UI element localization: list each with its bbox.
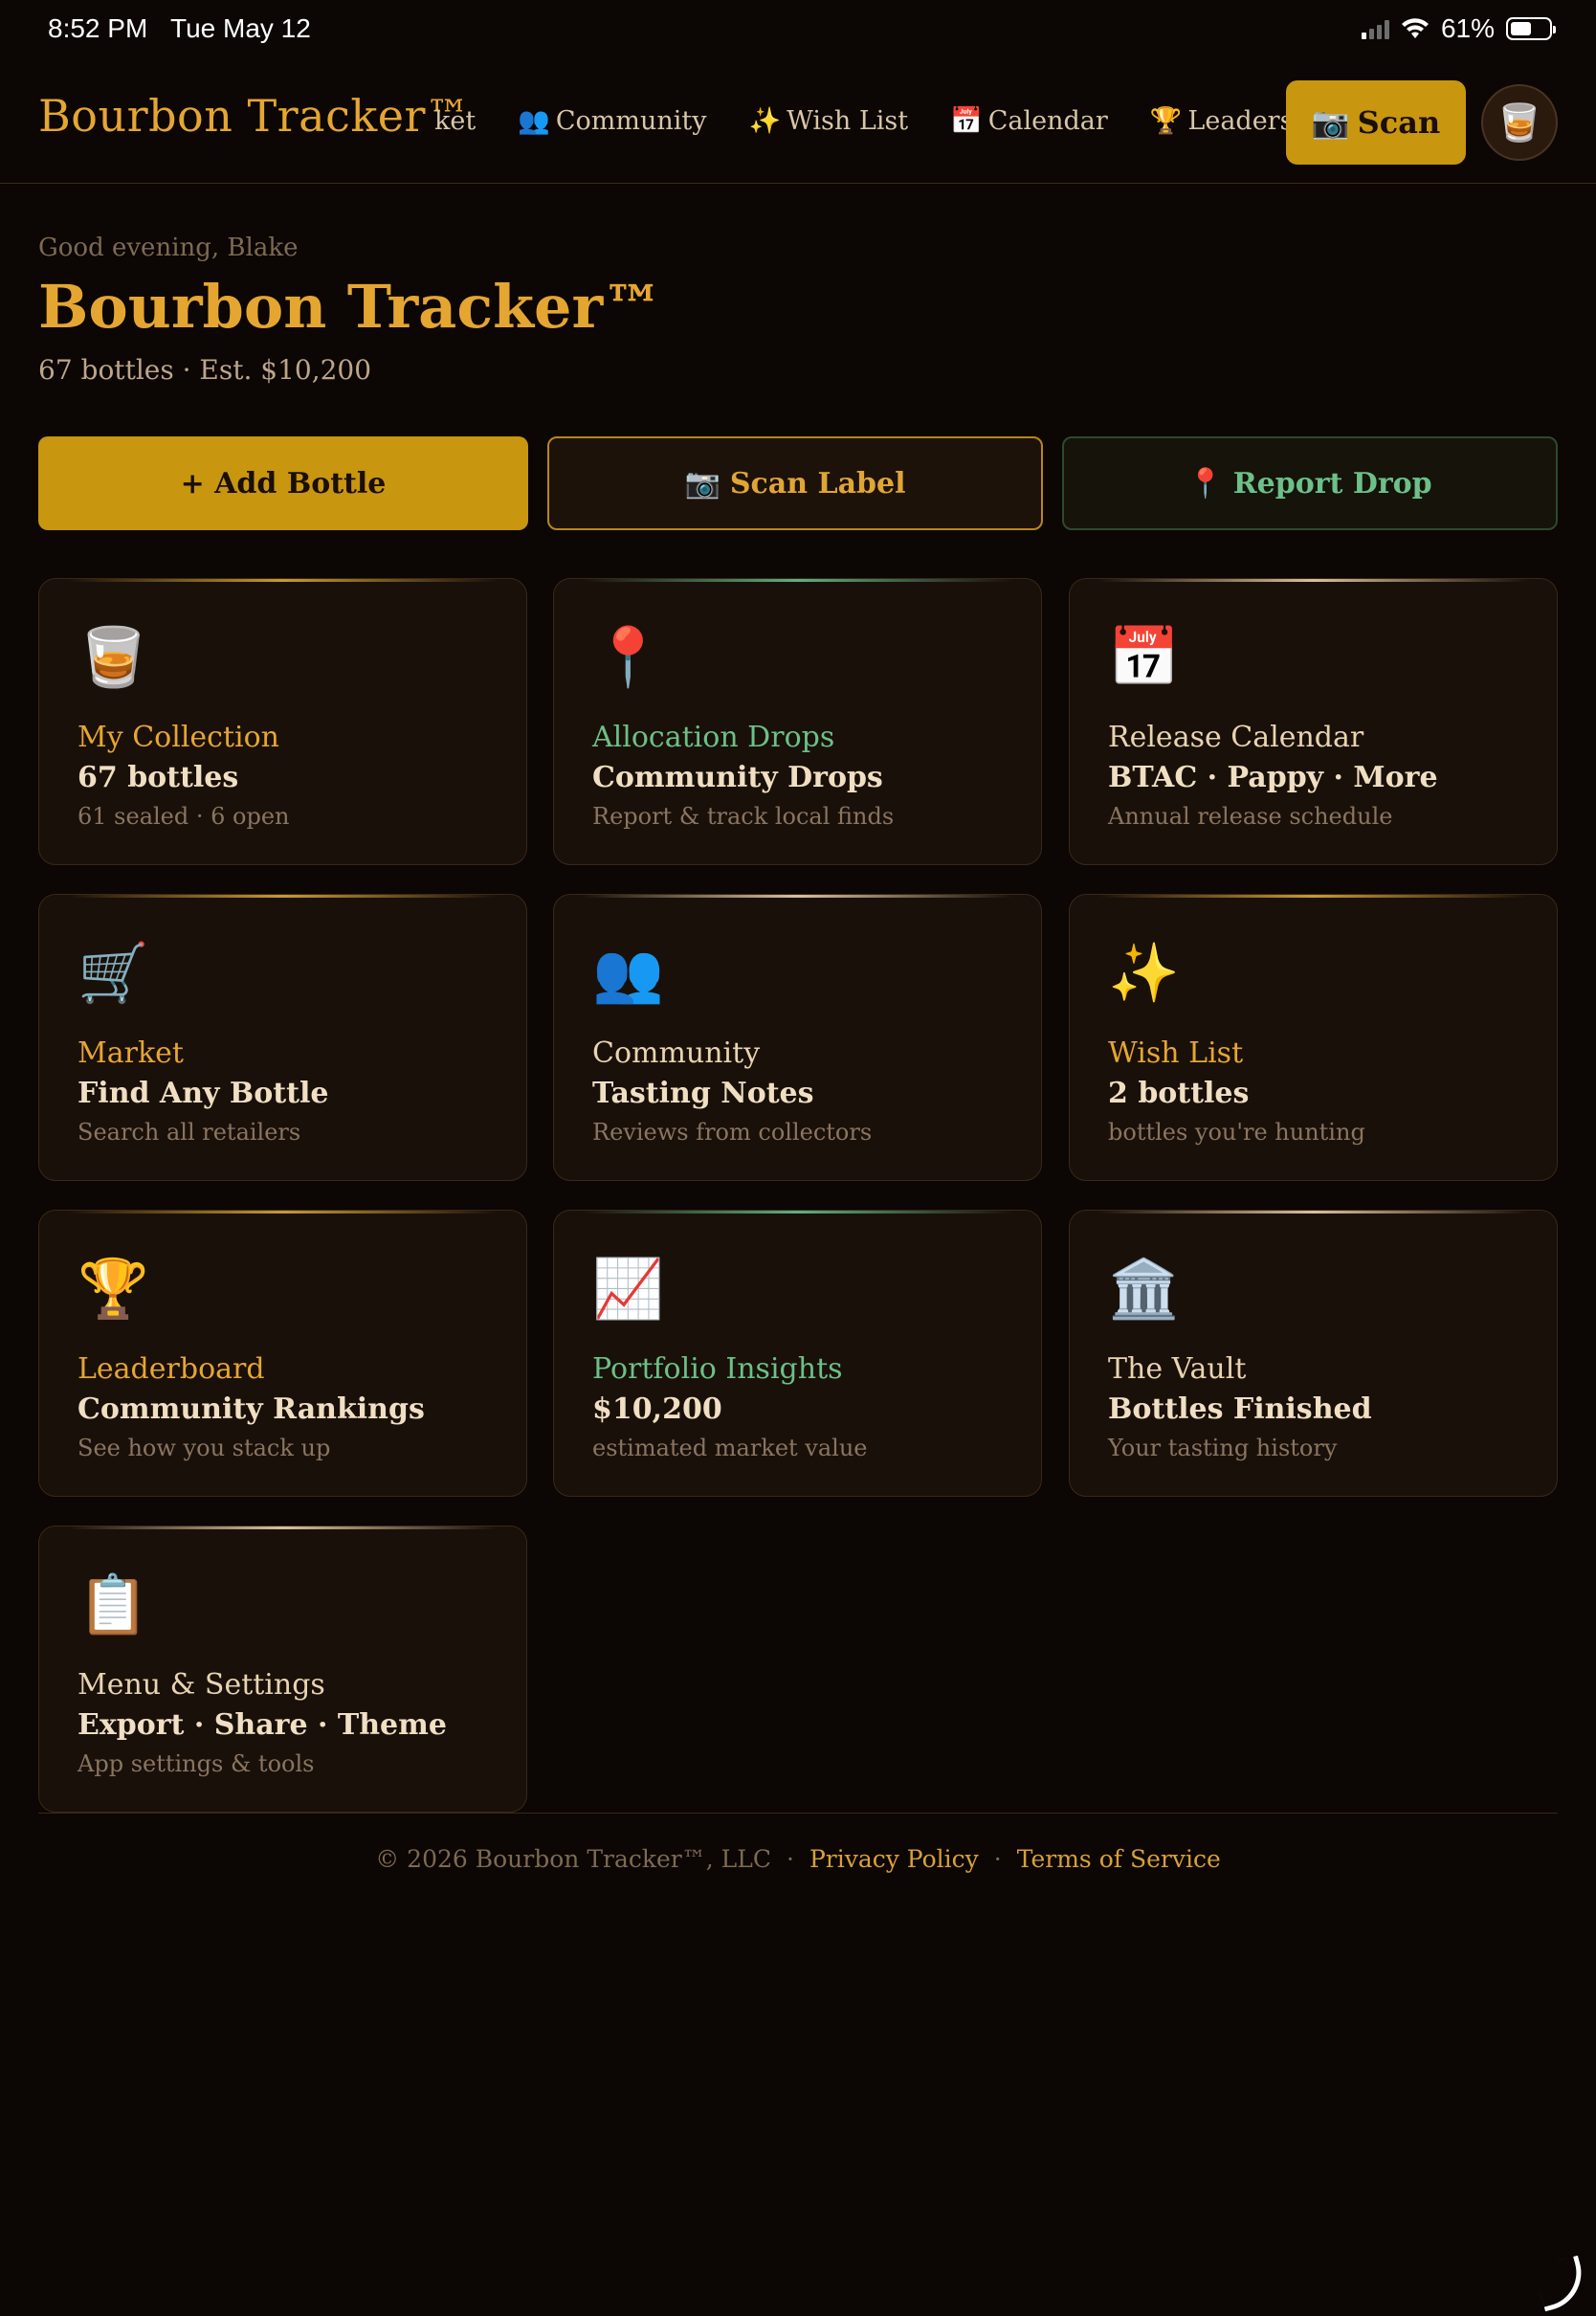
- card-desc: App settings & tools: [78, 1750, 315, 1777]
- privacy-policy-link[interactable]: Privacy Policy: [809, 1845, 979, 1873]
- add-bottle-label: + Add Bottle: [180, 466, 387, 501]
- brand-logo[interactable]: Bourbon Tracker™: [38, 90, 470, 142]
- battery-percent: 61%: [1440, 13, 1495, 43]
- people-icon: 👥: [518, 106, 550, 136]
- card-my-collection[interactable]: 🥃 My Collection 67 bottles 61 sealed · 6…: [38, 578, 527, 865]
- card-desc: Annual release schedule: [1108, 803, 1393, 830]
- status-time: 8:52 PM: [48, 13, 148, 43]
- status-date: Tue May 12: [170, 13, 311, 43]
- calendar-icon: 📅: [1108, 624, 1180, 691]
- whiskey-glass-icon: 🥃: [1496, 100, 1542, 144]
- pin-icon: 📍: [592, 624, 664, 691]
- terms-of-service-link[interactable]: Terms of Service: [1017, 1845, 1221, 1873]
- card-label: My Collection: [78, 721, 279, 754]
- card-value: Tasting Notes: [592, 1077, 814, 1110]
- card-wish-list[interactable]: ✨ Wish List 2 bottles bottles you're hun…: [1069, 894, 1558, 1181]
- trophy-icon: 🏆: [78, 1256, 149, 1323]
- card-community[interactable]: 👥 Community Tasting Notes Reviews from c…: [553, 894, 1042, 1181]
- card-desc: Search all retailers: [78, 1119, 301, 1146]
- nav-links: ket 👥 Community ✨ Wish List 📅 Calendar 🏆…: [434, 105, 1294, 137]
- footer-separator: ·: [786, 1845, 794, 1873]
- nav-link-label: Wish List: [787, 105, 909, 136]
- card-value: Export · Share · Theme: [78, 1708, 447, 1742]
- card-menu-settings[interactable]: 📋 Menu & Settings Export · Share · Theme…: [38, 1525, 527, 1813]
- status-indicators: 61%: [1361, 13, 1556, 44]
- card-desc: Reviews from collectors: [592, 1119, 873, 1146]
- card-label: Market: [78, 1036, 184, 1070]
- page-title: Bourbon Tracker™: [38, 272, 663, 342]
- card-desc: See how you stack up: [78, 1435, 331, 1461]
- card-the-vault[interactable]: 🏛️ The Vault Bottles Finished Your tasti…: [1069, 1210, 1558, 1497]
- card-desc: 61 sealed · 6 open: [78, 803, 290, 830]
- scan-button[interactable]: 📷 Scan: [1286, 80, 1466, 165]
- nav-link-wish-list[interactable]: ✨ Wish List: [748, 105, 909, 137]
- battery-icon: [1506, 17, 1556, 40]
- sparkles-icon: ✨: [748, 106, 782, 136]
- avatar[interactable]: 🥃: [1481, 84, 1558, 161]
- card-desc: bottles you're hunting: [1108, 1119, 1365, 1146]
- card-desc: estimated market value: [592, 1435, 868, 1461]
- people-icon: 👥: [592, 940, 664, 1007]
- chart-increasing-icon: 📈: [592, 1256, 664, 1323]
- card-value: 67 bottles: [78, 761, 239, 794]
- greeting: Good evening, Blake: [38, 234, 299, 262]
- footer-separator: ·: [993, 1845, 1002, 1873]
- card-label: Menu & Settings: [78, 1668, 325, 1702]
- card-desc: Your tasting history: [1108, 1435, 1338, 1461]
- card-label: Community: [592, 1036, 761, 1070]
- top-nav: Bourbon Tracker™ ket 👥 Community ✨ Wish …: [0, 63, 1596, 184]
- sparkles-icon: ✨: [1108, 940, 1180, 1007]
- scan-label-button[interactable]: 📷 Scan Label: [547, 436, 1043, 530]
- corner-gesture-indicator: [1533, 2255, 1590, 2312]
- status-bar: 8:52 PM Tue May 12 61%: [0, 0, 1596, 57]
- collection-summary: 67 bottles · Est. $10,200: [38, 354, 372, 386]
- scan-label-label: Scan Label: [729, 466, 906, 501]
- card-portfolio-insights[interactable]: 📈 Portfolio Insights $10,200 estimated m…: [553, 1210, 1042, 1497]
- footer-divider: [38, 1813, 1558, 1814]
- report-drop-button[interactable]: 📍 Report Drop: [1062, 436, 1558, 530]
- nav-link-community[interactable]: 👥 Community: [518, 105, 707, 137]
- card-allocation-drops[interactable]: 📍 Allocation Drops Community Drops Repor…: [553, 578, 1042, 865]
- card-label: Portfolio Insights: [592, 1352, 843, 1386]
- nav-link-leaders[interactable]: 🏆 Leaders: [1149, 105, 1294, 137]
- pin-icon: 📍: [1187, 466, 1224, 501]
- clipboard-icon: 📋: [78, 1571, 149, 1638]
- card-label: Release Calendar: [1108, 721, 1364, 754]
- copyright: © 2026 Bourbon Tracker™, LLC: [375, 1845, 771, 1873]
- nav-link-label: ket: [434, 105, 477, 136]
- calendar-icon: 📅: [950, 106, 983, 136]
- card-release-calendar[interactable]: 📅 Release Calendar BTAC · Pappy · More A…: [1069, 578, 1558, 865]
- scan-button-label: Scan: [1357, 104, 1441, 141]
- nav-link-label: Leaders: [1187, 105, 1294, 136]
- shopping-cart-icon: 🛒: [78, 940, 149, 1007]
- camera-icon: 📷: [684, 466, 720, 501]
- card-leaderboard[interactable]: 🏆 Leaderboard Community Rankings See how…: [38, 1210, 527, 1497]
- trophy-icon: 🏆: [1149, 106, 1183, 136]
- footer: © 2026 Bourbon Tracker™, LLC · Privacy P…: [0, 1845, 1596, 1873]
- card-label: Wish List: [1108, 1036, 1244, 1070]
- nav-link-market[interactable]: ket: [434, 105, 476, 136]
- nav-link-label: Community: [555, 105, 707, 136]
- card-label: Leaderboard: [78, 1352, 265, 1386]
- card-value: 2 bottles: [1108, 1077, 1250, 1110]
- whiskey-glass-icon: 🥃: [78, 624, 149, 691]
- nav-link-label: Calendar: [987, 105, 1108, 136]
- nav-link-calendar[interactable]: 📅 Calendar: [950, 105, 1108, 137]
- card-desc: Report & track local finds: [592, 803, 895, 830]
- card-value: $10,200: [592, 1392, 722, 1426]
- cellular-signal-icon: [1361, 18, 1389, 39]
- camera-icon: 📷: [1311, 104, 1350, 141]
- wifi-icon: [1401, 18, 1429, 38]
- card-value: Find Any Bottle: [78, 1077, 329, 1110]
- card-label: Allocation Drops: [592, 721, 835, 754]
- classical-building-icon: 🏛️: [1108, 1256, 1180, 1323]
- card-value: Community Drops: [592, 761, 883, 794]
- card-value: Community Rankings: [78, 1392, 425, 1426]
- card-market[interactable]: 🛒 Market Find Any Bottle Search all reta…: [38, 894, 527, 1181]
- card-label: The Vault: [1108, 1352, 1247, 1386]
- card-value: Bottles Finished: [1108, 1392, 1372, 1426]
- report-drop-label: Report Drop: [1232, 466, 1432, 501]
- card-value: BTAC · Pappy · More: [1108, 761, 1438, 794]
- add-bottle-button[interactable]: + Add Bottle: [38, 436, 528, 530]
